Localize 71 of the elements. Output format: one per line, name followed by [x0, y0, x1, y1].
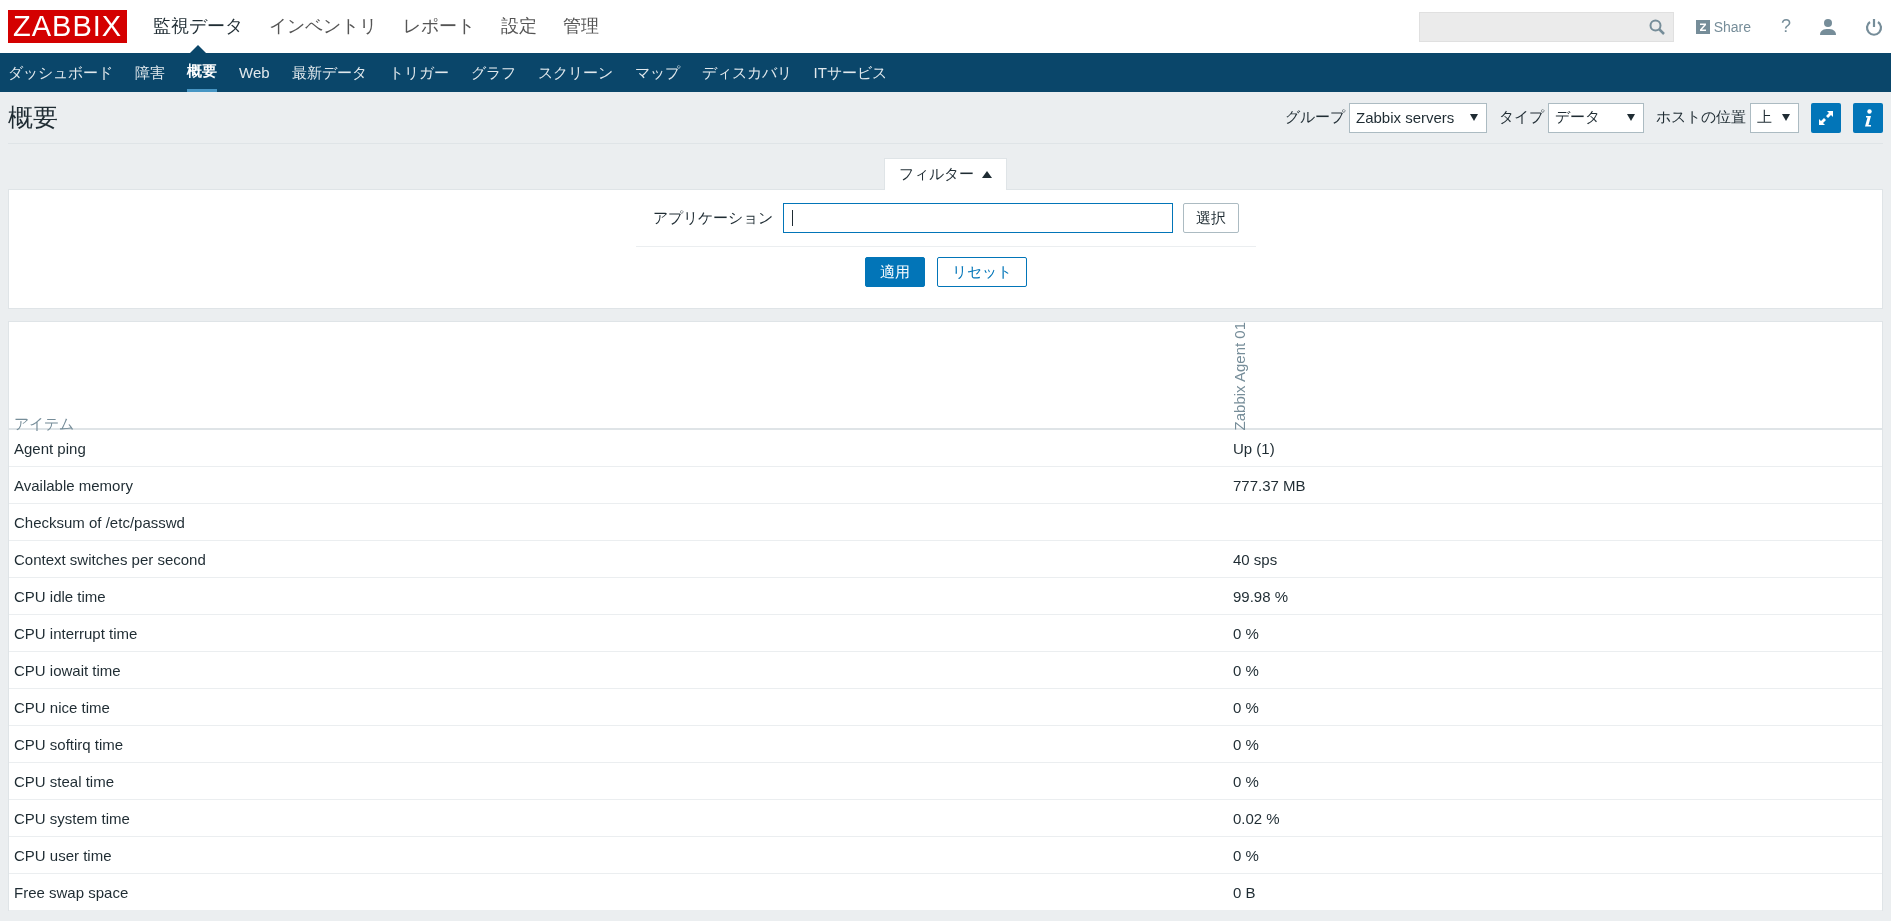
- item-name: CPU user time: [13, 846, 113, 864]
- info-icon: [1864, 108, 1872, 127]
- item-value[interactable]: 99.98 %: [1233, 587, 1289, 605]
- item-value[interactable]: 0 %: [1233, 772, 1259, 790]
- sub-menu-item[interactable]: グラフ: [470, 53, 516, 92]
- z-logo-icon: [1695, 19, 1710, 34]
- sub-menu-item[interactable]: ITサービス: [813, 53, 887, 92]
- filter-label: グループ: [1285, 108, 1345, 127]
- reset-button[interactable]: リセット: [936, 257, 1027, 287]
- item-name: Free swap space: [13, 883, 130, 901]
- apply-button[interactable]: 適用: [864, 257, 925, 287]
- main-menu-item[interactable]: 管理: [563, 0, 600, 53]
- info-button[interactable]: [1853, 102, 1883, 133]
- item-value[interactable]: 0 %: [1233, 624, 1259, 642]
- dropdown[interactable]: データ: [1548, 102, 1644, 133]
- item-name: CPU system time: [13, 809, 131, 827]
- item-name: Available memory: [13, 476, 134, 494]
- item-name: Context switches per second: [13, 550, 207, 568]
- filter-label: ホストの位置: [1656, 108, 1746, 127]
- host-column-header[interactable]: Zabbix Agent 01: [1231, 322, 1248, 431]
- item-value[interactable]: 0 B: [1233, 883, 1256, 901]
- user-icon[interactable]: [1819, 17, 1837, 36]
- item-name: CPU steal time: [13, 772, 116, 790]
- item-name: CPU softirq time: [13, 735, 125, 753]
- column-header: アイテム: [13, 415, 75, 435]
- sub-menu-item[interactable]: ディスカバリ: [701, 53, 792, 92]
- zabbix-logo[interactable]: ZABBIX: [8, 10, 128, 43]
- main-menu-item[interactable]: レポート: [403, 0, 476, 53]
- expand-arrows-icon: [1818, 109, 1834, 126]
- search-icon: [1648, 18, 1665, 35]
- item-value[interactable]: 0 %: [1233, 698, 1259, 716]
- fullscreen-button[interactable]: [1811, 102, 1841, 133]
- item-value[interactable]: 40 sps: [1233, 550, 1278, 568]
- sub-menu-item[interactable]: Web: [239, 53, 270, 92]
- sub-menu-item[interactable]: ダッシュボード: [8, 53, 113, 92]
- item-name: CPU idle time: [13, 587, 107, 605]
- item-value[interactable]: Up (1): [1233, 439, 1275, 457]
- help-link[interactable]: ?: [1781, 16, 1791, 37]
- item-value[interactable]: 0.02 %: [1233, 809, 1280, 827]
- item-value[interactable]: 777.37 MB: [1233, 476, 1306, 494]
- item-value[interactable]: 0 %: [1233, 846, 1259, 864]
- item-name: CPU iowait time: [13, 661, 122, 679]
- caret-icon: [1470, 114, 1478, 121]
- share-link[interactable]: Share: [1695, 18, 1751, 35]
- item-name: Checksum of /etc/passwd: [13, 513, 186, 531]
- input-field[interactable]: [782, 203, 1173, 233]
- sub-menu-item[interactable]: 障害: [135, 53, 165, 92]
- filter-tab[interactable]: フィルター: [884, 158, 1007, 190]
- item-value[interactable]: 0 %: [1233, 735, 1259, 753]
- main-menu-item[interactable]: 設定: [501, 0, 538, 53]
- dropdown[interactable]: 上: [1750, 102, 1799, 133]
- field-label: アプリケーション: [652, 208, 773, 228]
- page-title: 概要: [8, 102, 59, 133]
- filter-label: タイプ: [1499, 108, 1544, 127]
- item-value[interactable]: 0 %: [1233, 661, 1259, 679]
- sub-menu-item[interactable]: トリガー: [388, 53, 449, 92]
- select-button[interactable]: 選択: [1182, 203, 1239, 233]
- dropdown[interactable]: Zabbix servers: [1349, 102, 1487, 133]
- sub-menu-item[interactable]: 最新データ: [291, 53, 367, 92]
- main-menu-item[interactable]: インベントリ: [269, 0, 378, 53]
- sub-menu-item[interactable]: スクリーン: [537, 53, 613, 92]
- caret-icon: [1627, 114, 1635, 121]
- power-icon[interactable]: [1865, 17, 1883, 36]
- item-name: CPU nice time: [13, 698, 111, 716]
- caret-icon: [1782, 114, 1790, 121]
- triangle-icon: [982, 171, 992, 178]
- search-field[interactable]: [1418, 11, 1674, 42]
- sub-menu-item[interactable]: マップ: [634, 53, 680, 92]
- item-name: CPU interrupt time: [13, 624, 139, 642]
- sub-menu-item[interactable]: 概要: [187, 53, 217, 92]
- item-name: Agent ping: [13, 439, 87, 457]
